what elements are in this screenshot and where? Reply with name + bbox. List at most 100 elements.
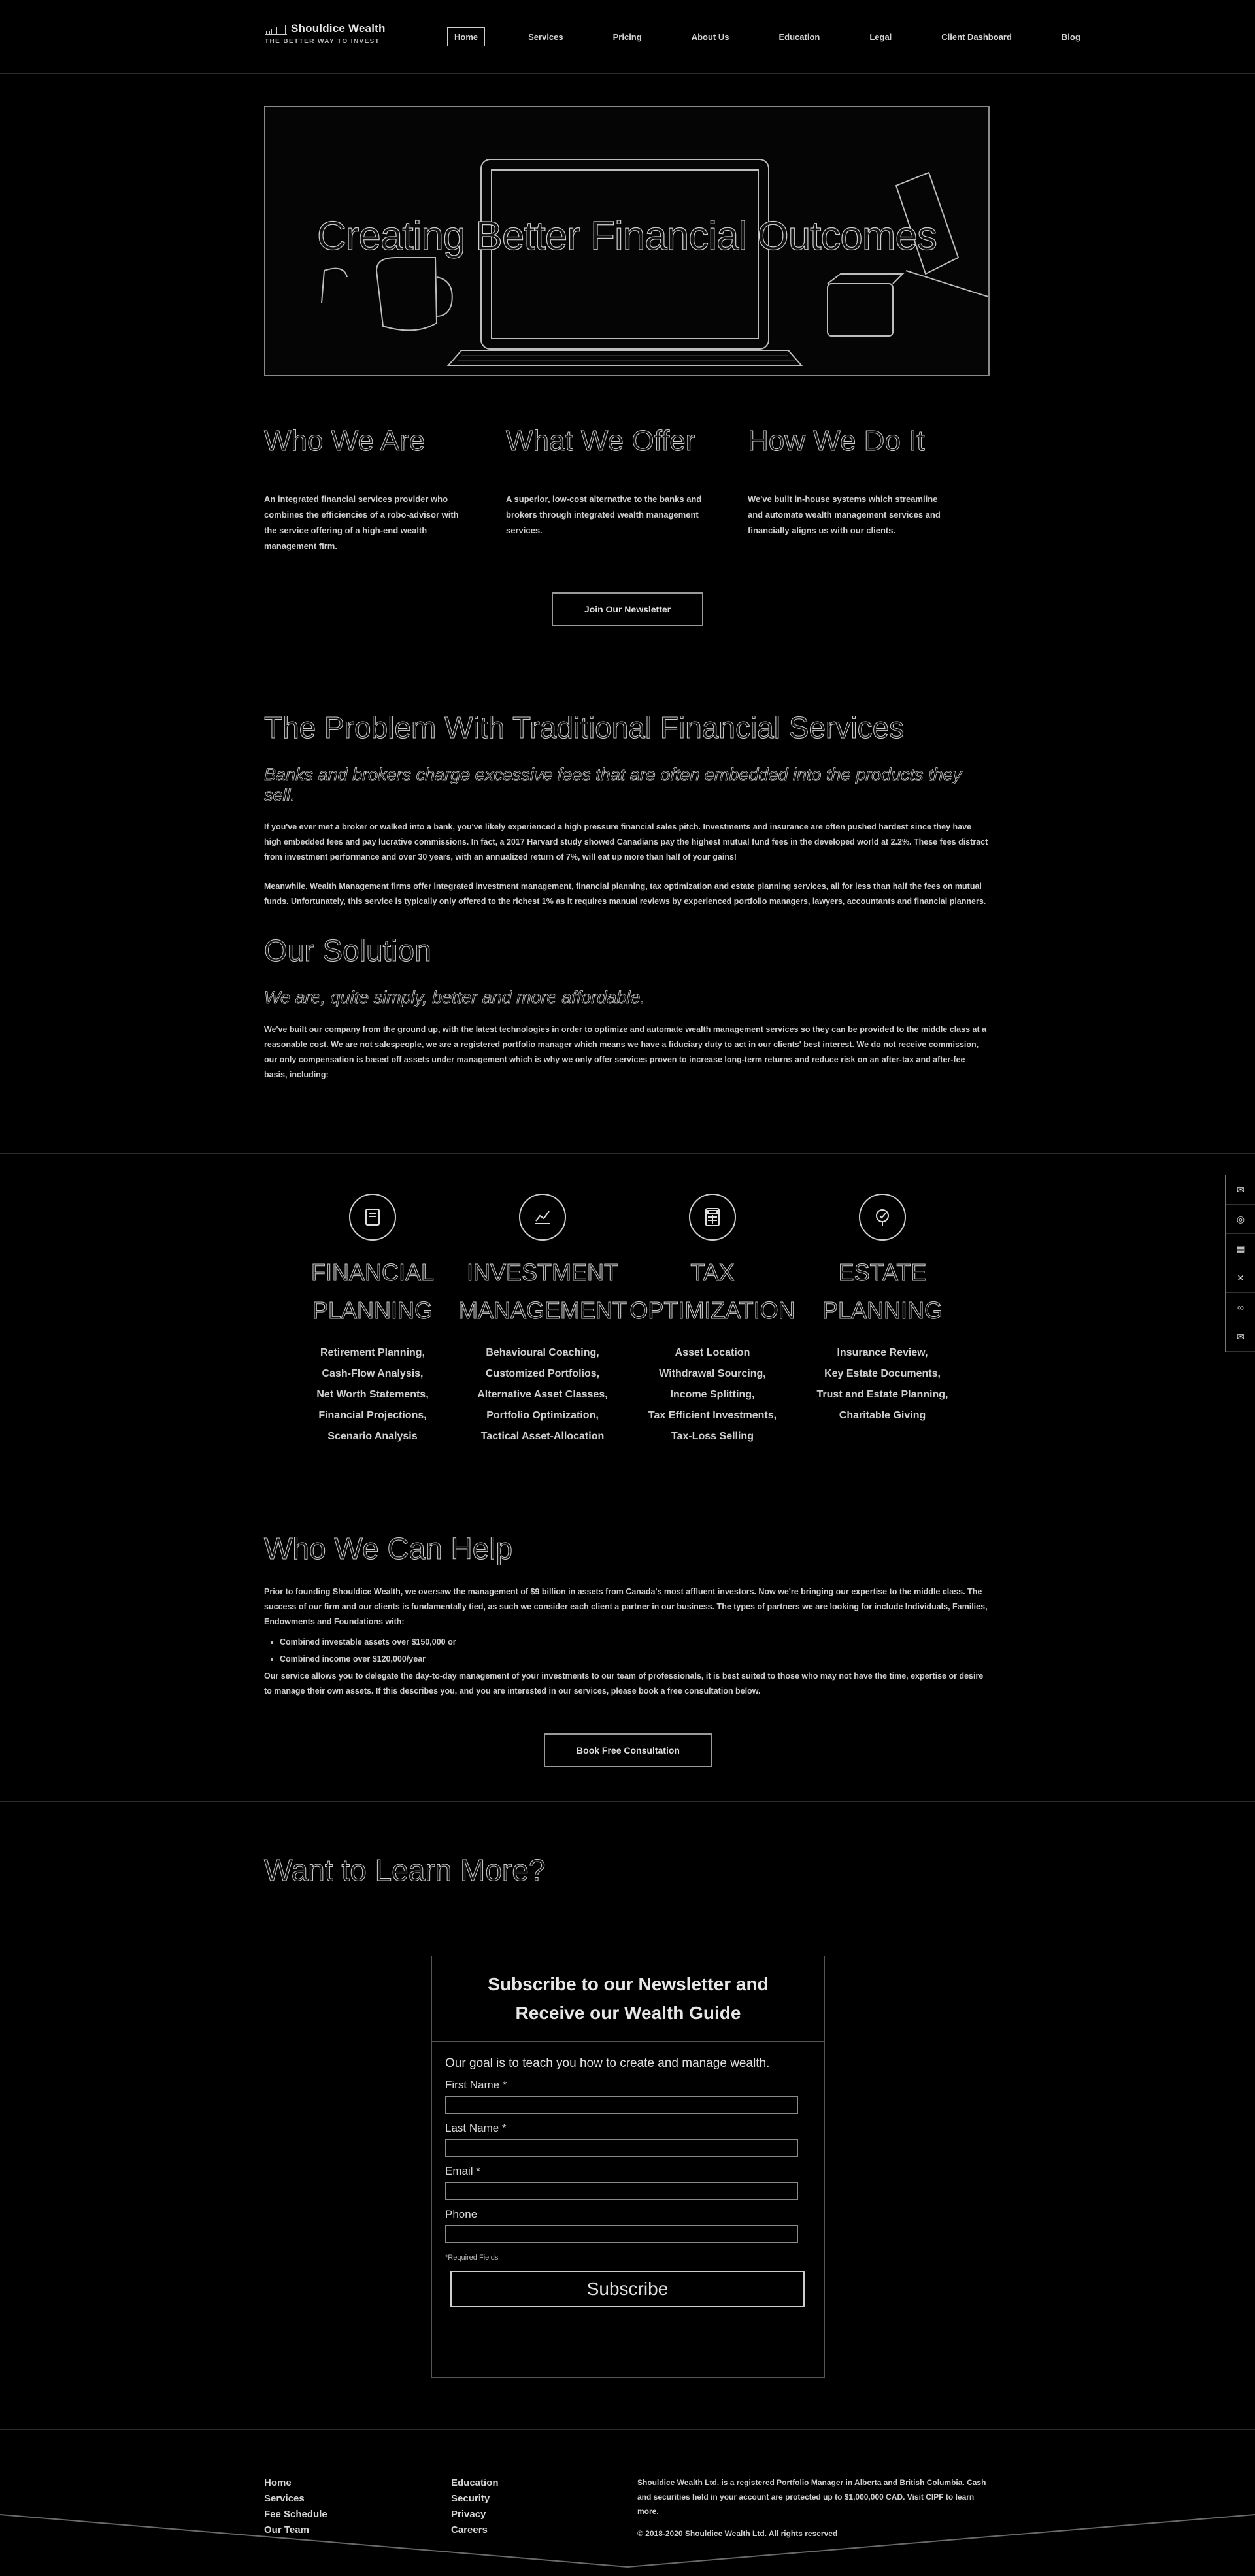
nav-client-dashboard[interactable]: Client Dashboard <box>935 28 1018 46</box>
email-field[interactable] <box>445 2182 798 2200</box>
email-share-icon[interactable]: ✉ <box>1226 1175 1255 1205</box>
plan-icon <box>859 1194 906 1241</box>
how-we-do-it: How We Do It We've built in-house system… <box>748 425 990 554</box>
who-we-are-title: Who We Are <box>264 425 426 458</box>
footer-legal: Shouldice Wealth Ltd. is a registered Po… <box>637 2475 990 2541</box>
list-item: Trust and Estate Planning, <box>816 1389 948 1400</box>
service-investment-management: INVESTMENT MANAGEMENT Behavioural Coachin… <box>458 1194 628 1447</box>
nav-about-us[interactable]: About Us <box>685 28 736 46</box>
list-item: Charitable Giving <box>839 1410 926 1421</box>
divider <box>0 1153 1255 1154</box>
what-we-offer-text: A superior, low-cost alternative to the … <box>506 494 702 535</box>
footer-link-careers[interactable]: Careers <box>451 2522 499 2538</box>
required-fields-note: *Required Fields <box>445 2254 499 2262</box>
site-header: Shouldice Wealth THE BETTER WAY TO INVES… <box>0 0 1255 74</box>
book-consultation-button[interactable]: Book Free Consultation <box>544 1733 712 1767</box>
service-items: Retirement Planning, Cash-Flow Analysis,… <box>288 1343 458 1447</box>
first-name-field[interactable] <box>445 2096 798 2114</box>
learn-section: Want to Learn More? <box>264 1852 990 1888</box>
regulatory-note: Shouldice Wealth Ltd. is a registered Po… <box>637 2478 986 2516</box>
footer-link-fee-schedule[interactable]: Fee Schedule <box>264 2507 327 2522</box>
who-we-are-text: An integrated financial services provide… <box>264 494 459 551</box>
book-icon <box>349 1194 396 1241</box>
footer-link-services[interactable]: Services <box>264 2491 327 2507</box>
service-estate-planning: ESTATE PLANNING Insurance Review, Key Est… <box>797 1194 967 1447</box>
subscribe-button[interactable]: Subscribe <box>450 2271 805 2307</box>
brand-name: Shouldice Wealth <box>291 22 386 35</box>
service-title: ESTATE PLANNING <box>822 1259 943 1324</box>
nav-pricing[interactable]: Pricing <box>607 28 648 46</box>
footer-link-privacy[interactable]: Privacy <box>451 2507 499 2522</box>
list-item: Insurance Review, <box>837 1347 928 1358</box>
service-items: Asset Location Withdrawal Sourcing, Inco… <box>628 1343 797 1447</box>
what-we-offer-title: What We Offer <box>506 425 695 458</box>
service-title: TAX OPTIMIZATION <box>629 1259 795 1324</box>
twitter-icon[interactable]: ✕ <box>1226 1263 1255 1293</box>
learn-title: Want to Learn More? <box>264 1853 546 1888</box>
list-item: Retirement Planning, <box>320 1347 426 1358</box>
list-item: Tax Efficient Investments, <box>648 1410 777 1421</box>
list-item: Portfolio Optimization, <box>486 1410 599 1421</box>
copyright: © 2018-2020 Shouldice Wealth Ltd. All ri… <box>637 2529 838 2538</box>
list-item: Financial Projections, <box>318 1410 427 1421</box>
list-item: Asset Location <box>675 1347 750 1358</box>
list-item: Alternative Asset Classes, <box>477 1389 608 1400</box>
list-item: Customized Portfolios, <box>485 1368 600 1379</box>
footer-link-security[interactable]: Security <box>451 2491 499 2507</box>
problem-title: The Problem With Traditional Financial S… <box>264 711 905 745</box>
pinterest-icon[interactable]: ◎ <box>1226 1205 1255 1234</box>
footer-link-education[interactable]: Education <box>451 2475 499 2491</box>
service-financial-planning: FINANCIAL PLANNING Retirement Planning, C… <box>288 1194 458 1447</box>
logo[interactable]: Shouldice Wealth THE BETTER WAY TO INVES… <box>265 22 386 45</box>
newsletter-form: Subscribe to our Newsletter and Receive … <box>431 1956 825 2378</box>
help-section: Who We Can Help Prior to founding Should… <box>264 1531 990 1699</box>
help-paragraph-1: Prior to founding Shouldice Wealth, we o… <box>264 1587 988 1626</box>
solution-subtitle: We are, quite simply, better and more af… <box>264 988 646 1008</box>
nav-blog[interactable]: Blog <box>1055 28 1087 46</box>
join-newsletter-button[interactable]: Join Our Newsletter <box>552 592 703 626</box>
help-criteria: Combined investable assets over $150,000… <box>264 1633 990 1667</box>
list-item: Scenario Analysis <box>327 1431 418 1442</box>
service-tax-optimization: TAX OPTIMIZATION Asset Location Withdrawa… <box>628 1194 797 1447</box>
list-item: Combined investable assets over $150,000… <box>280 1633 990 1650</box>
mail-icon[interactable]: ✉ <box>1226 1322 1255 1352</box>
phone-label: Phone <box>445 2208 478 2220</box>
phone-field[interactable] <box>445 2225 798 2243</box>
first-name-label: First Name * <box>445 2079 507 2091</box>
solution-text: We've built our company from the ground … <box>264 1025 987 1079</box>
nav-home[interactable]: Home <box>447 27 486 46</box>
footer-links-2: Education Security Privacy Careers <box>451 2475 499 2538</box>
email-label: Email * <box>445 2165 480 2177</box>
calculator-icon <box>689 1194 736 1241</box>
link-icon[interactable]: ∞ <box>1226 1293 1255 1322</box>
last-name-field[interactable] <box>445 2139 798 2157</box>
hero-banner: Creating Better Financial Outcomes <box>264 106 990 376</box>
logo-chart-icon <box>265 25 287 35</box>
nav-education[interactable]: Education <box>772 28 826 46</box>
service-items: Behavioural Coaching, Customized Portfol… <box>458 1343 628 1447</box>
hero-title: Creating Better Financial Outcomes <box>316 213 937 259</box>
what-we-offer: What We Offer A superior, low-cost alter… <box>506 425 748 554</box>
nav-services[interactable]: Services <box>522 28 570 46</box>
footer-links-1: Home Services Fee Schedule Our Team <box>264 2475 327 2538</box>
list-item: Withdrawal Sourcing, <box>659 1368 766 1379</box>
list-item: Tax-Loss Selling <box>671 1431 754 1442</box>
main-nav: Home Services Pricing About Us Education… <box>447 27 1124 46</box>
problem-section: The Problem With Traditional Financial S… <box>264 710 990 1082</box>
problem-subtitle: Banks and brokers charge excessive fees … <box>264 765 962 805</box>
service-title: FINANCIAL PLANNING <box>310 1259 435 1324</box>
how-we-do-it-title: How We Do It <box>748 425 926 458</box>
form-header: Subscribe to our Newsletter and Receive … <box>432 1956 824 2042</box>
social-share-bar: ✉ ◎ ▦ ✕ ∞ ✉ <box>1225 1175 1255 1352</box>
problem-paragraph-1: If you've ever met a broker or walked in… <box>264 822 988 861</box>
footer-link-home[interactable]: Home <box>264 2475 327 2491</box>
nav-legal[interactable]: Legal <box>863 28 898 46</box>
footer-wave-decoration <box>0 2514 1255 2568</box>
linkedin-icon[interactable]: ▦ <box>1226 1234 1255 1263</box>
how-we-do-it-text: We've built in-house systems which strea… <box>748 494 941 535</box>
problem-paragraph-2: Meanwhile, Wealth Management firms offer… <box>264 882 986 906</box>
brand-tagline: THE BETTER WAY TO INVEST <box>265 38 380 45</box>
divider <box>0 1801 1255 1802</box>
service-title: INVESTMENT MANAGEMENT <box>458 1259 627 1324</box>
footer-link-our-team[interactable]: Our Team <box>264 2522 327 2538</box>
